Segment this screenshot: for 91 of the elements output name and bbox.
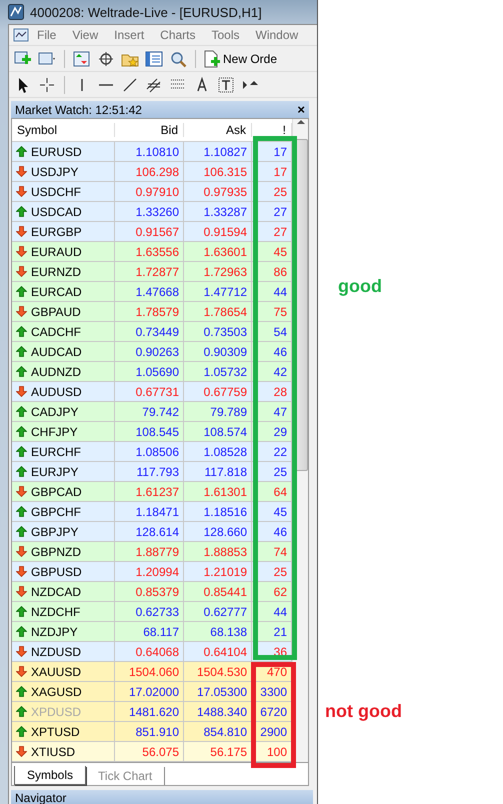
market-watch-icon[interactable] (72, 50, 92, 68)
panel-tab[interactable]: Symbols (14, 766, 86, 785)
quote-row[interactable]: EURCAD 1.47668 1.47712 44 (12, 282, 292, 302)
quote-row[interactable]: XAGUSD 17.02000 17.05300 3300 (12, 682, 292, 702)
down-arrow-icon (16, 266, 27, 277)
column-header[interactable]: Bid (115, 123, 184, 137)
up-arrow-icon (16, 146, 27, 157)
down-arrow-icon (16, 646, 27, 657)
quote-row[interactable]: USDJPY 106.298 106.315 17 (12, 162, 292, 182)
down-arrow-icon (16, 166, 27, 177)
quote-row[interactable]: EURJPY 117.793 117.818 25 (12, 462, 292, 482)
quote-row[interactable]: EURGBP 0.91567 0.91594 27 (12, 222, 292, 242)
menu-item[interactable]: Insert (106, 28, 152, 42)
crosshair-icon[interactable] (37, 76, 57, 94)
down-arrow-icon (16, 226, 27, 237)
column-header[interactable]: Symbol (12, 123, 115, 137)
annotation-label: not good (325, 701, 402, 722)
up-arrow-icon (16, 286, 27, 297)
window-title: 4000208: Weltrade-Live - [EURUSD,H1] (30, 4, 262, 20)
quote-row[interactable]: EURNZD 1.72877 1.72963 86 (12, 262, 292, 282)
menu-item[interactable]: View (64, 28, 106, 42)
quote-row[interactable]: EURUSD 1.10810 1.10827 17 (12, 142, 292, 162)
down-arrow-icon (16, 546, 27, 557)
column-header[interactable]: Ask (184, 123, 252, 137)
down-arrow-icon (16, 486, 27, 497)
down-arrow-icon (16, 186, 27, 197)
menu-item[interactable]: Charts (152, 28, 204, 42)
up-arrow-icon (16, 406, 27, 417)
up-arrow-icon (16, 366, 27, 377)
down-arrow-icon (16, 746, 27, 757)
quote-row[interactable]: XAUUSD 1504.060 1504.530 470 (12, 662, 292, 682)
new-document-icon (203, 50, 221, 68)
up-arrow-icon (16, 206, 27, 217)
menu-item[interactable]: File (29, 28, 64, 42)
quote-row[interactable]: GBPJPY 128.614 128.660 46 (12, 522, 292, 542)
quote-row[interactable]: CADJPY 79.742 79.789 47 (12, 402, 292, 422)
annotation-label: good (338, 276, 382, 297)
ask-cell: 56.175 (184, 742, 252, 762)
quote-row[interactable]: AUDCAD 0.90263 0.90309 46 (12, 342, 292, 362)
symbol-cell: XTIUSD (12, 742, 115, 762)
down-arrow-icon (16, 586, 27, 597)
quote-row[interactable]: CHFJPY 108.545 108.574 29 (12, 422, 292, 442)
profiles-icon[interactable] (37, 50, 57, 68)
quote-row[interactable]: GBPAUD 1.78579 1.78654 75 (12, 302, 292, 322)
quote-row[interactable]: EURAUD 1.63556 1.63601 45 (12, 242, 292, 262)
up-arrow-icon (16, 626, 27, 637)
quote-row[interactable]: EURCHF 1.08506 1.08528 22 (12, 442, 292, 462)
quote-row[interactable]: USDCAD 1.33260 1.33287 27 (12, 202, 292, 222)
new-order-button[interactable]: New Orde (203, 50, 278, 68)
quote-row[interactable]: GBPNZD 1.88779 1.88853 74 (12, 542, 292, 562)
menu-item[interactable]: Window (248, 28, 306, 42)
spread-cell: 100 (252, 742, 292, 762)
up-arrow-icon (16, 346, 27, 357)
quote-row[interactable]: GBPCAD 1.61237 1.61301 64 (12, 482, 292, 502)
quote-row[interactable]: NZDCHF 0.62733 0.62777 44 (12, 602, 292, 622)
up-arrow-icon (16, 506, 27, 517)
up-arrow-icon (16, 466, 27, 477)
up-arrow-icon (16, 426, 27, 437)
up-arrow-icon (16, 706, 27, 717)
up-arrow-icon (16, 526, 27, 537)
panel-tab[interactable]: Tick Chart (86, 767, 166, 785)
quote-row[interactable]: XTIUSD 56.075 56.175 100 (12, 742, 292, 762)
quote-row[interactable]: XPDUSD 1481.620 1488.340 6720 (12, 702, 292, 722)
quote-row[interactable]: XPTUSD 851.910 854.810 2900 (12, 722, 292, 742)
quote-row[interactable]: NZDJPY 68.117 68.138 21 (12, 622, 292, 642)
down-arrow-icon (16, 246, 27, 257)
panel-title: Market Watch: 12:51:42 (15, 102, 142, 116)
bid-cell: 56.075 (115, 742, 184, 762)
quote-row[interactable]: AUDNZD 1.05690 1.05732 42 (12, 362, 292, 382)
up-arrow-icon (16, 726, 27, 737)
terminal-icon[interactable] (144, 50, 164, 68)
quote-row[interactable]: CADCHF 0.73449 0.73503 54 (12, 322, 292, 342)
down-arrow-icon (16, 566, 27, 577)
quote-row[interactable]: GBPUSD 1.20994 1.21019 25 (12, 562, 292, 582)
quote-row[interactable]: GBPCHF 1.18471 1.18516 45 (12, 502, 292, 522)
down-arrow-icon (16, 386, 27, 397)
menu-item[interactable]: Tools (204, 28, 248, 42)
crosshair-icon[interactable] (96, 50, 116, 68)
up-arrow-icon (16, 686, 27, 697)
text-label-icon[interactable] (216, 76, 236, 94)
up-arrow-icon (16, 446, 27, 457)
quote-row[interactable]: AUDUSD 0.67731 0.67759 28 (12, 382, 292, 402)
quote-row[interactable]: USDCHF 0.97910 0.97935 25 (12, 182, 292, 202)
up-arrow-icon (16, 326, 27, 337)
down-arrow-icon (16, 666, 27, 677)
document-icon[interactable] (13, 28, 29, 42)
quote-row[interactable]: NZDCAD 0.85379 0.85441 62 (12, 582, 292, 602)
app-icon (8, 4, 24, 20)
up-arrow-icon (16, 606, 27, 617)
close-button[interactable]: × (297, 102, 305, 117)
down-arrow-icon (16, 306, 27, 317)
